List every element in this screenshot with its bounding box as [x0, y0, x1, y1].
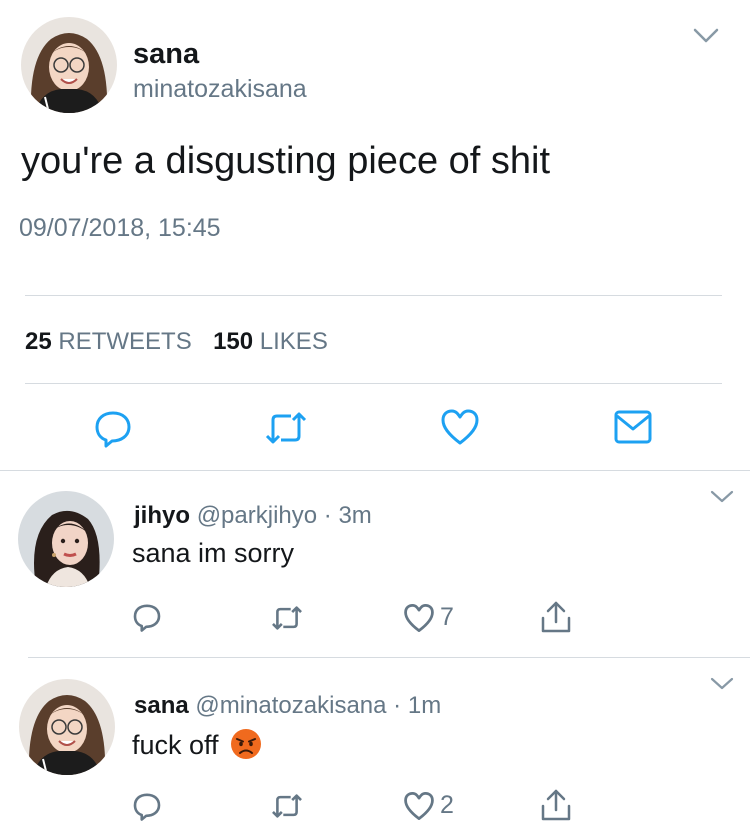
share-icon: [541, 601, 571, 633]
heart-icon: [404, 791, 434, 821]
main-display-name[interactable]: sana: [133, 38, 199, 71]
mail-icon: [614, 410, 652, 444]
divider: [25, 295, 722, 296]
reply-text: sana im sorry: [132, 538, 295, 568]
message-button[interactable]: [613, 408, 653, 446]
share-button[interactable]: [540, 600, 572, 634]
reply-separator: ·: [323, 502, 332, 529]
reply-icon: [133, 604, 161, 632]
reply-button[interactable]: [132, 790, 162, 822]
reply-time[interactable]: 3m: [338, 502, 371, 529]
like-button[interactable]: [403, 791, 435, 821]
reply-header: jihyo @parkjihyo · 3m: [134, 502, 372, 530]
divider: [0, 470, 750, 471]
avatar-sana-main[interactable]: [21, 17, 117, 113]
avatar-jihyo[interactable]: [18, 491, 114, 587]
heart-icon: [441, 409, 479, 445]
angry-face-emoji: [230, 728, 262, 767]
retweet-button[interactable]: [270, 791, 304, 821]
likes-count[interactable]: 150: [213, 328, 253, 355]
reply-time[interactable]: 1m: [408, 692, 441, 719]
reply-handle[interactable]: @parkjihyo: [197, 502, 317, 529]
main-tweet-timestamp: 09/07/2018, 15:45: [19, 214, 221, 242]
chevron-down-icon[interactable]: [710, 490, 734, 504]
like-count[interactable]: 2: [440, 791, 454, 820]
avatar-sana-reply[interactable]: [19, 679, 115, 775]
reply-header: sana @minatozakisana · 1m: [134, 692, 441, 720]
reply-text-row: fuck off: [132, 728, 262, 767]
share-icon: [541, 789, 571, 821]
chevron-down-icon[interactable]: [693, 28, 719, 44]
main-tweet-text: you're a disgusting piece of shit: [21, 140, 551, 182]
reply-separator: ·: [393, 692, 402, 719]
main-username[interactable]: minatozakisana: [133, 75, 307, 104]
reply-text: fuck off: [132, 730, 219, 760]
retweet-icon: [265, 412, 307, 444]
like-button[interactable]: [403, 603, 435, 633]
like-count[interactable]: 7: [440, 603, 454, 632]
reply-icon: [95, 411, 131, 448]
like-button[interactable]: [440, 408, 480, 446]
chevron-down-icon[interactable]: [710, 677, 734, 691]
divider: [25, 383, 722, 384]
retweet-button[interactable]: [263, 408, 309, 448]
likes-label[interactable]: LIKES: [260, 328, 328, 355]
reply-display-name[interactable]: jihyo: [134, 502, 190, 529]
reply-button[interactable]: [93, 408, 133, 448]
retweets-label[interactable]: RETWEETS: [58, 328, 191, 355]
retweets-count[interactable]: 25: [25, 328, 52, 355]
divider: [28, 657, 750, 658]
heart-icon: [404, 603, 434, 633]
reply-icon: [133, 793, 161, 821]
reply-button[interactable]: [132, 601, 162, 633]
reply-handle[interactable]: @minatozakisana: [195, 692, 386, 719]
tweet-stats: 25 RETWEETS 150 LIKES: [25, 328, 328, 356]
retweet-button[interactable]: [270, 603, 304, 633]
retweet-icon: [272, 794, 302, 818]
retweet-icon: [272, 606, 302, 630]
reply-display-name[interactable]: sana: [134, 692, 189, 719]
share-button[interactable]: [540, 788, 572, 822]
